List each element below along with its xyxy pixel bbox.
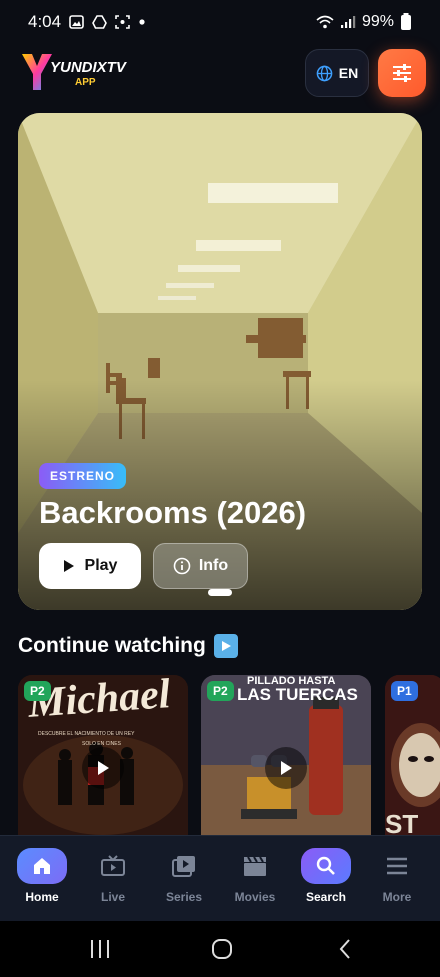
app-logo[interactable]: YUNDIXTV APP [20, 52, 140, 94]
status-bar: 4:04 99% [0, 0, 440, 44]
gallery-icon [69, 15, 84, 29]
release-badge: ESTRENO [39, 463, 127, 489]
nav-movies-label: Movies [234, 890, 276, 904]
hero-banner[interactable]: ESTRENO Backrooms (2026) Play Info [18, 113, 422, 610]
signal-icon [340, 16, 356, 28]
back-icon[interactable] [334, 937, 358, 961]
wifi-icon [316, 15, 334, 29]
battery-percent: 99% [361, 13, 394, 30]
continue-card-michael[interactable]: Michael DESCUBRE EL NACIMIENTO DE UN REY… [18, 675, 188, 835]
home-icon [34, 858, 50, 874]
menu-icon [387, 857, 407, 875]
play-icon [98, 761, 109, 775]
progress-badge: P2 [207, 681, 234, 701]
nav-movies[interactable]: Movies [220, 848, 290, 914]
drive-icon [92, 15, 108, 29]
nav-more-label: More [382, 890, 412, 904]
clapperboard-icon [244, 856, 266, 876]
continue-watching-title: Continue watching [18, 634, 238, 658]
play-button[interactable]: Play [39, 543, 141, 589]
recent-apps-icon[interactable] [88, 937, 112, 961]
info-button[interactable]: Info [153, 543, 248, 589]
play-icon [63, 560, 74, 572]
play-button-emoji-icon [213, 634, 238, 658]
bottom-navigation: Home Live Series Movies Search More [0, 835, 440, 921]
hero-title: Backrooms (2026) [39, 495, 307, 530]
play-icon [281, 761, 292, 775]
progress-badge: P1 [391, 681, 418, 701]
continue-card-wall-e[interactable]: PILLADO HASTA LAS TUERCAS P2 [201, 675, 371, 835]
section-title-text: Continue watching [18, 634, 206, 657]
play-button-label: Play [84, 557, 118, 574]
carousel-indicator[interactable] [208, 589, 232, 596]
continue-card-third[interactable]: ST P1 [385, 675, 440, 835]
nav-live[interactable]: Live [78, 848, 148, 914]
nav-series-label: Series [165, 890, 203, 904]
app-header: YUNDIXTV APP EN [0, 44, 440, 104]
logo-sub: APP [75, 77, 96, 88]
progress-badge: P2 [24, 681, 51, 701]
globe-icon [316, 65, 333, 81]
poster-tagline-michael: DESCUBRE EL NACIMIENTO DE UN REY [38, 731, 135, 737]
nav-search-label: Search [305, 890, 347, 904]
poster-title-line2: LAS TUERCAS [237, 685, 358, 704]
language-label: EN [338, 65, 359, 81]
screenshot-icon [115, 15, 130, 29]
nav-live-label: Live [100, 890, 125, 904]
search-icon [316, 856, 335, 875]
system-navigation-bar [0, 921, 440, 977]
card-play-button[interactable] [82, 747, 124, 789]
nav-home[interactable]: Home [7, 848, 77, 914]
tv-icon [101, 855, 125, 876]
nav-more[interactable]: More [362, 848, 432, 914]
notification-dot-icon [139, 19, 145, 25]
nav-home-label: Home [25, 890, 59, 904]
logo-title: YUNDIXTV [50, 59, 128, 76]
card-play-button[interactable] [265, 747, 307, 789]
nav-search[interactable]: Search [291, 848, 361, 914]
filter-button[interactable] [378, 49, 426, 97]
nav-series[interactable]: Series [149, 848, 219, 914]
status-time: 4:04 [28, 12, 62, 31]
poster-title-third: ST [385, 809, 419, 835]
battery-icon [401, 13, 411, 30]
info-icon [173, 557, 191, 575]
home-system-icon[interactable] [210, 937, 234, 961]
language-button[interactable]: EN [305, 49, 369, 97]
info-button-label: Info [198, 557, 229, 574]
series-icon [172, 856, 195, 877]
sliders-icon [393, 64, 411, 82]
